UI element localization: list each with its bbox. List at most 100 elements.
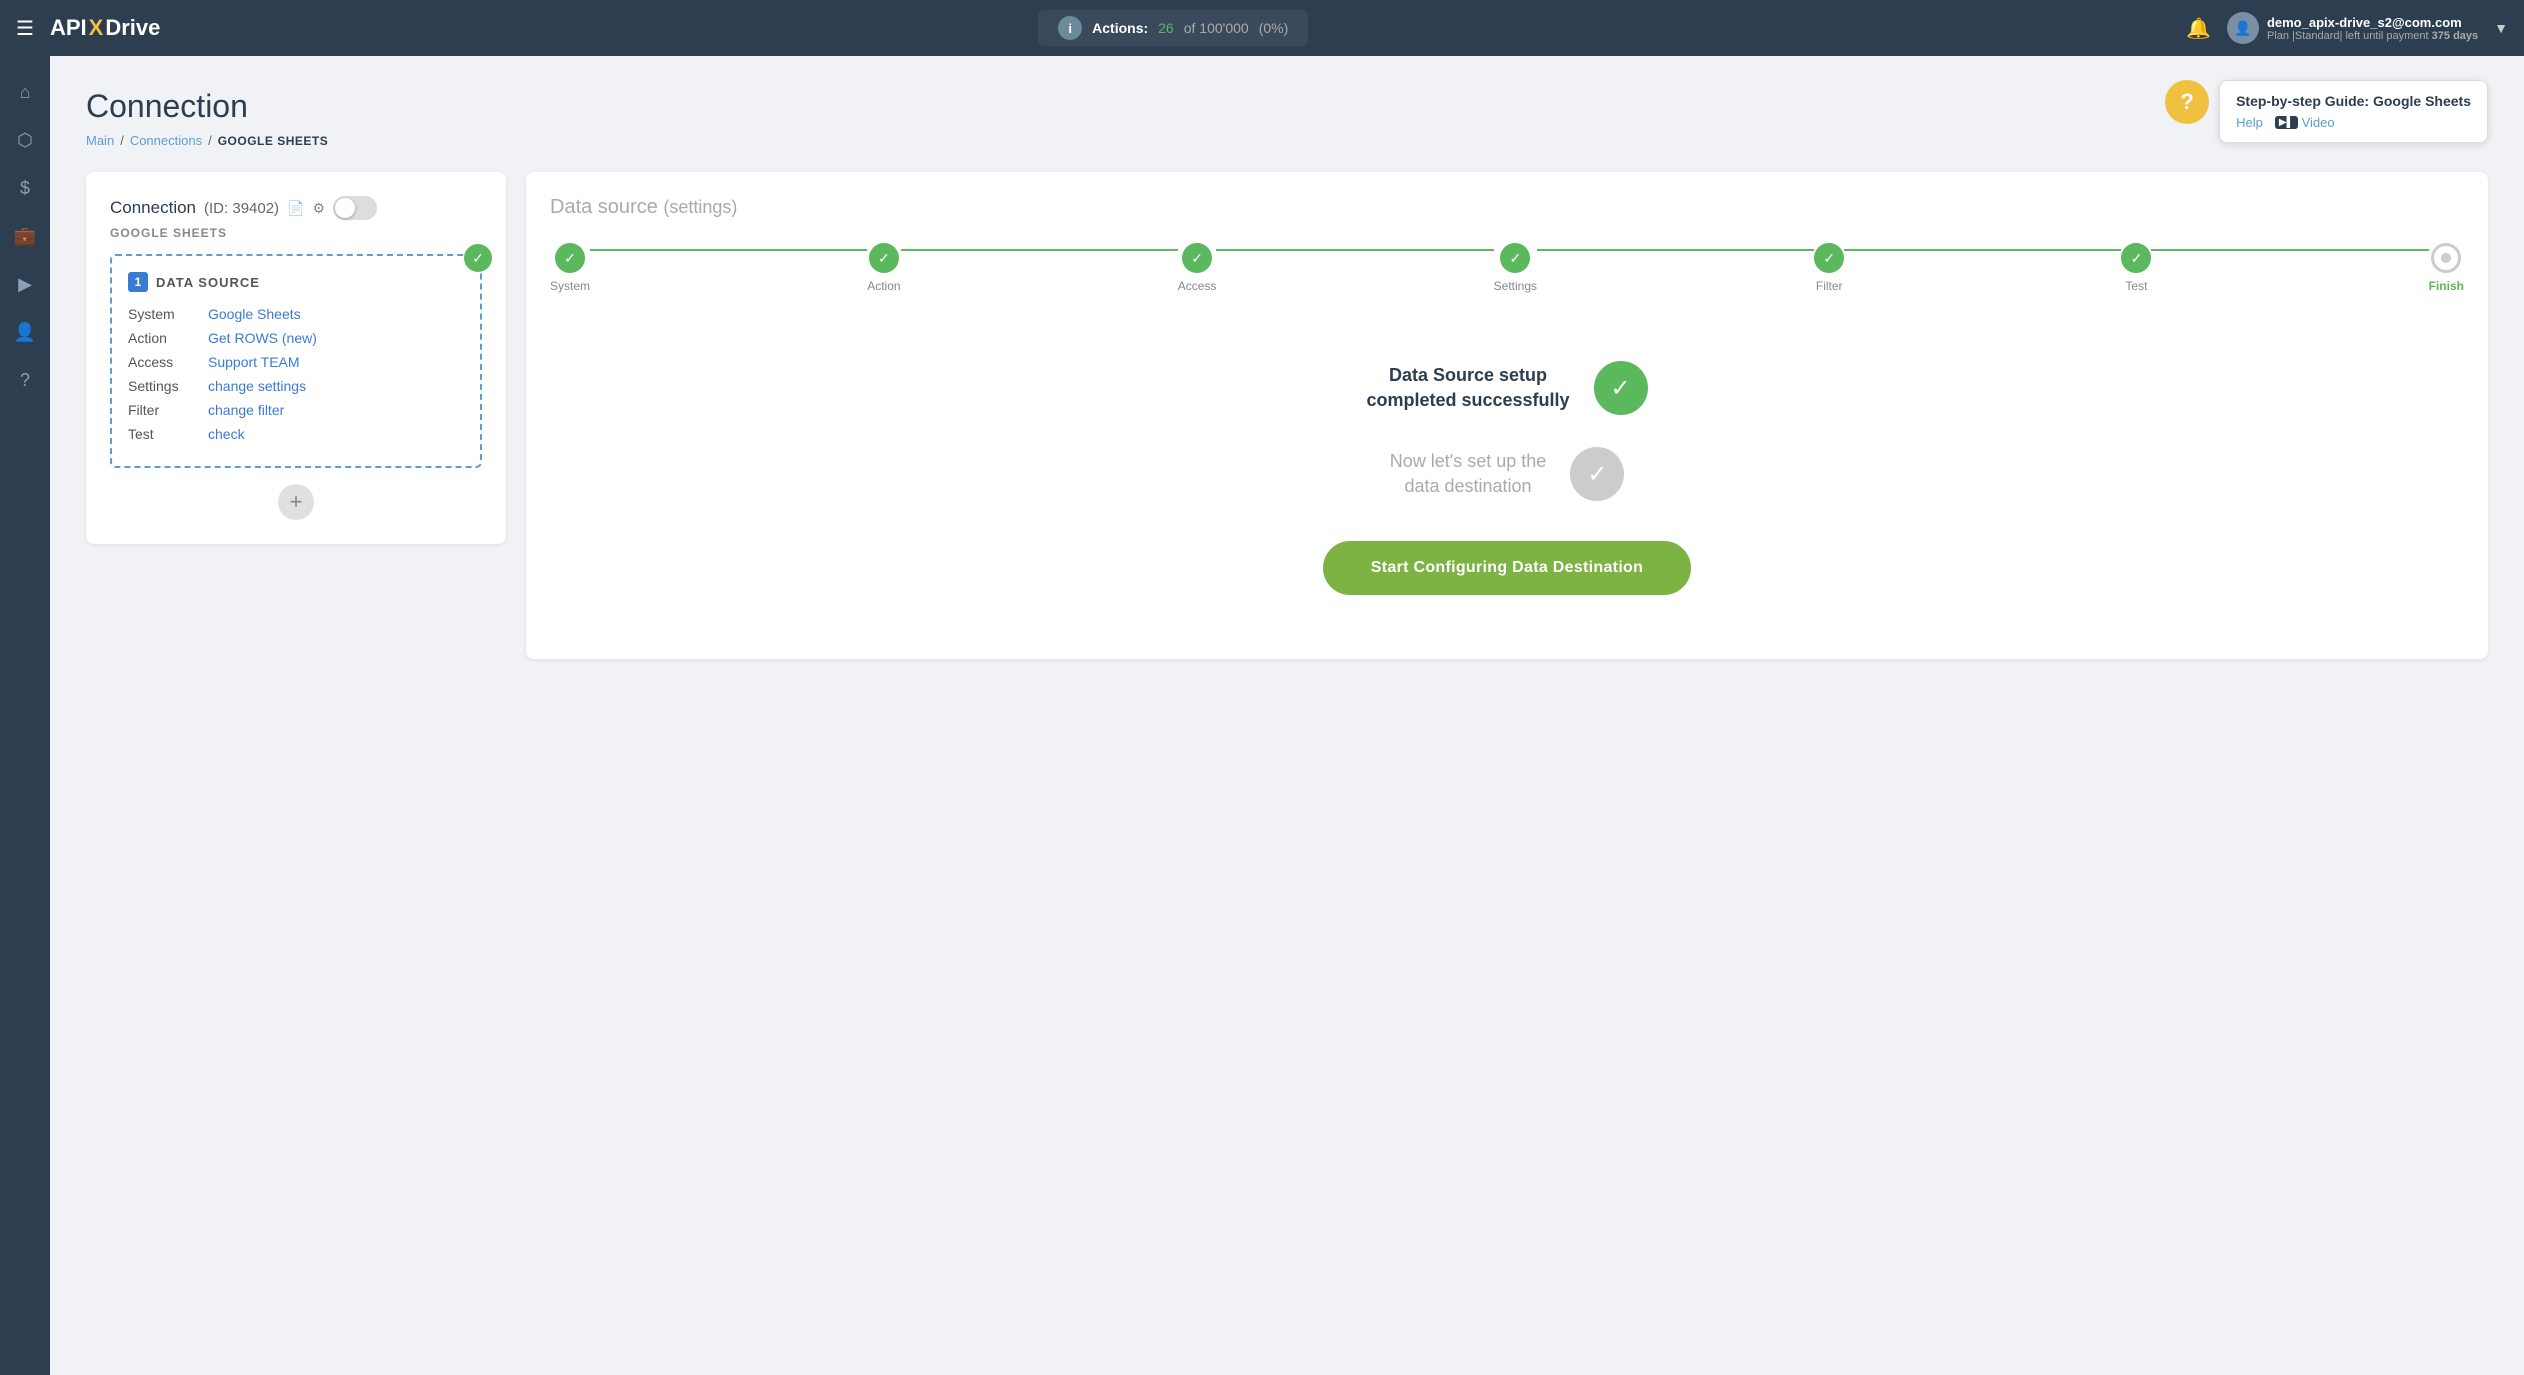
- sidebar-item-billing[interactable]: $: [5, 168, 45, 208]
- user-email: demo_apix-drive_s2@com.com: [2267, 15, 2478, 30]
- ds-row-label: Access: [128, 354, 208, 370]
- step-label: Action: [867, 279, 900, 293]
- step-connector: [1844, 249, 2121, 251]
- user-plan: Plan |Standard| left until payment 375 d…: [2267, 30, 2478, 42]
- help-question-button[interactable]: ?: [2165, 80, 2209, 124]
- data-source-box: ✓ 1 DATA SOURCE System Google Sheets Act…: [110, 254, 482, 468]
- data-source-sub: (settings): [663, 197, 737, 217]
- right-card: Data source (settings) ✓ System ✓ Action…: [526, 172, 2488, 659]
- step-connector: [1537, 249, 1814, 251]
- data-source-title: Data source (settings): [550, 196, 2464, 219]
- step-label: System: [550, 279, 590, 293]
- connection-id: (ID: 39402): [204, 200, 279, 217]
- step-label: Settings: [1494, 279, 1537, 293]
- ds-row-value[interactable]: change filter: [208, 402, 464, 418]
- service-label: GOOGLE SHEETS: [110, 226, 482, 240]
- actions-label: Actions:: [1092, 20, 1148, 36]
- step-circle: [2431, 243, 2461, 273]
- video-link[interactable]: ▶▌ Video: [2275, 115, 2335, 130]
- step-connector: [590, 249, 867, 251]
- actions-count: 26: [1158, 20, 1174, 36]
- ds-row-label: System: [128, 306, 208, 322]
- step-connector: [901, 249, 1178, 251]
- connection-header: Connection (ID: 39402) 📄 ⚙: [110, 196, 482, 220]
- ds-row: Filter change filter: [128, 402, 464, 418]
- toggle-knob: [335, 198, 355, 218]
- ds-row: System Google Sheets: [128, 306, 464, 322]
- topnav-center: i Actions: 26 of 100'000 (0%): [176, 10, 2170, 46]
- step-connector: [2151, 249, 2428, 251]
- document-icon[interactable]: 📄: [287, 200, 304, 217]
- content-grid: Connection (ID: 39402) 📄 ⚙ GOOGLE SHEETS…: [86, 172, 2488, 659]
- ds-num: 1: [128, 272, 148, 292]
- add-button[interactable]: +: [278, 484, 314, 520]
- ds-row: Test check: [128, 426, 464, 442]
- sidebar-item-help[interactable]: ?: [5, 360, 45, 400]
- breadcrumb-main[interactable]: Main: [86, 133, 114, 148]
- ds-row-label: Test: [128, 426, 208, 442]
- ds-row-value[interactable]: Google Sheets: [208, 306, 464, 322]
- ds-row-value[interactable]: check: [208, 426, 464, 442]
- ds-row: Settings change settings: [128, 378, 464, 394]
- video-icon: ▶▌: [2275, 116, 2298, 129]
- ds-row-value[interactable]: change settings: [208, 378, 464, 394]
- step-access: ✓ Access: [1178, 243, 1217, 293]
- ds-row: Access Support TEAM: [128, 354, 464, 370]
- success-row-1: Data Source setupcompleted successfully …: [1366, 361, 1647, 415]
- step-circle: ✓: [2121, 243, 2151, 273]
- ds-header: 1 DATA SOURCE: [128, 272, 464, 292]
- page-title: Connection: [86, 88, 2488, 125]
- step-label: Access: [1178, 279, 1217, 293]
- success-section: Data Source setupcompleted successfully …: [550, 341, 2464, 635]
- logo[interactable]: API X Drive: [50, 15, 160, 41]
- ds-row-label: Filter: [128, 402, 208, 418]
- user-avatar: 👤: [2227, 12, 2259, 44]
- step-label: Finish: [2429, 279, 2464, 293]
- sidebar-item-play[interactable]: ▶: [5, 264, 45, 304]
- help-popup-links: Help ▶▌ Video: [2236, 115, 2471, 130]
- sidebar-item-user[interactable]: 👤: [5, 312, 45, 352]
- connection-label: Connection: [110, 198, 196, 218]
- sidebar-item-connections[interactable]: ⬡: [5, 120, 45, 160]
- help-link[interactable]: Help: [2236, 115, 2263, 130]
- menu-icon[interactable]: ☰: [16, 16, 34, 41]
- step-settings: ✓ Settings: [1494, 243, 1537, 293]
- sidebar-item-briefcase[interactable]: 💼: [5, 216, 45, 256]
- ds-check-icon: ✓: [464, 244, 492, 272]
- breadcrumb-current: GOOGLE SHEETS: [218, 134, 329, 148]
- step-circle: ✓: [1500, 243, 1530, 273]
- conn-icons: 📄 ⚙: [287, 200, 325, 217]
- breadcrumb-connections[interactable]: Connections: [130, 133, 202, 148]
- top-navigation: ☰ API X Drive i Actions: 26 of 100'000 (…: [0, 0, 2524, 56]
- ds-row-value[interactable]: Support TEAM: [208, 354, 464, 370]
- user-section[interactable]: 👤 demo_apix-drive_s2@com.com Plan |Stand…: [2227, 12, 2478, 44]
- info-icon: i: [1058, 16, 1082, 40]
- bell-icon[interactable]: 🔔: [2186, 16, 2211, 41]
- step-label: Filter: [1816, 279, 1843, 293]
- left-card: Connection (ID: 39402) 📄 ⚙ GOOGLE SHEETS…: [86, 172, 506, 544]
- ds-row-value[interactable]: Get ROWS (new): [208, 330, 464, 346]
- help-popup-title: Step-by-step Guide: Google Sheets: [2236, 93, 2471, 109]
- ds-row-label: Settings: [128, 378, 208, 394]
- sidebar-item-home[interactable]: ⌂: [5, 72, 45, 112]
- step-circle: ✓: [1182, 243, 1212, 273]
- logo-api-text: API: [50, 15, 87, 41]
- sidebar: ⌂ ⬡ $ 💼 ▶ 👤 ?: [0, 56, 50, 1375]
- step-action: ✓ Action: [867, 243, 900, 293]
- success-text: Data Source setupcompleted successfully: [1366, 363, 1569, 413]
- settings-icon[interactable]: ⚙: [313, 200, 326, 217]
- logo-drive-text: Drive: [105, 15, 160, 41]
- step-system: ✓ System: [550, 243, 590, 293]
- setup-destination-check-icon: ✓: [1570, 447, 1624, 501]
- toggle-switch[interactable]: [333, 196, 377, 220]
- success-check-icon: ✓: [1594, 361, 1648, 415]
- chevron-down-icon[interactable]: ▼: [2494, 20, 2508, 36]
- ds-rows: System Google Sheets Action Get ROWS (ne…: [128, 306, 464, 442]
- success-row-2: Now let's set up thedata destination ✓: [1390, 447, 1625, 501]
- actions-badge: i Actions: 26 of 100'000 (0%): [1038, 10, 1308, 46]
- help-section: ? Step-by-step Guide: Google Sheets Help…: [2165, 80, 2488, 143]
- logo-x-text: X: [89, 15, 104, 41]
- step-finish: Finish: [2429, 243, 2464, 293]
- step-filter: ✓ Filter: [1814, 243, 1844, 293]
- start-configuring-button[interactable]: Start Configuring Data Destination: [1323, 541, 1691, 595]
